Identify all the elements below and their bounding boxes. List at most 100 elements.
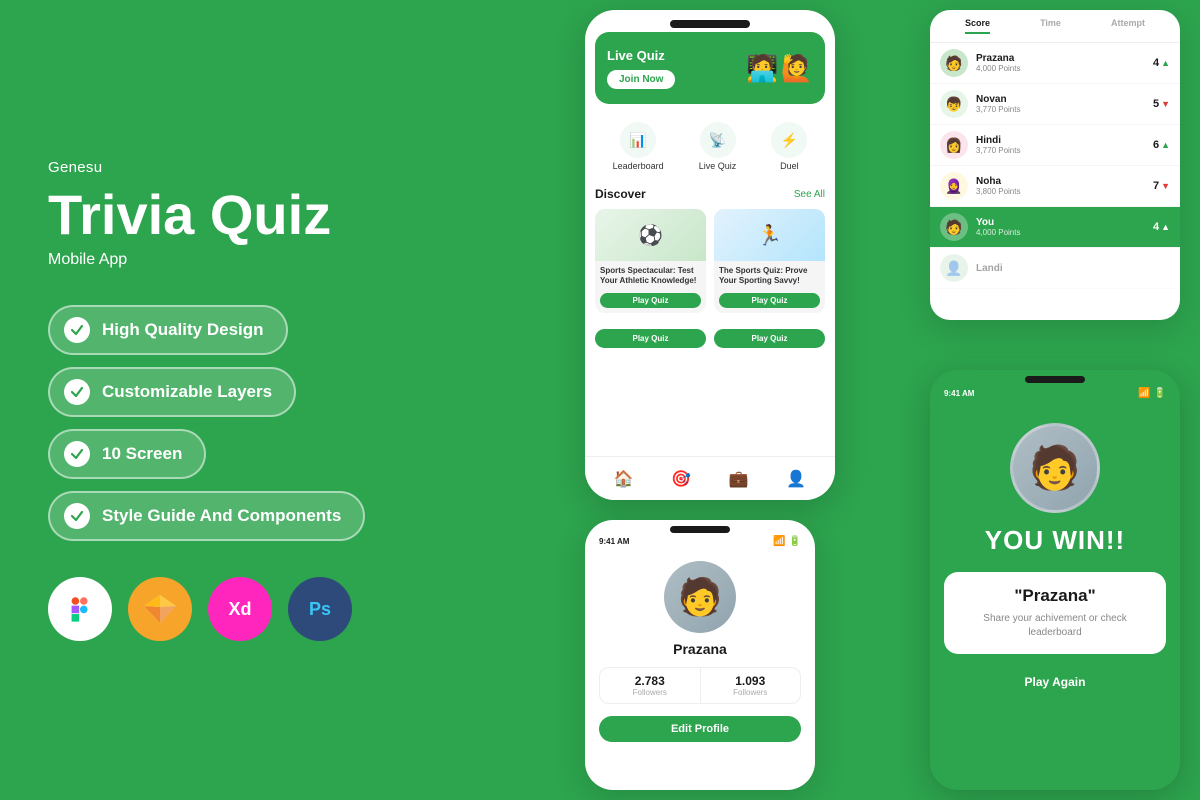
win-avatar: 🧑 (1010, 423, 1100, 513)
quiz-card-body-1: Sports Spectacular: Test Your Athletic K… (595, 261, 706, 313)
lb-points-you: 4,000 Points (976, 228, 1145, 237)
win-time: 9:41 AM (944, 389, 974, 398)
nav-duel[interactable]: ⚡ Duel (771, 122, 807, 171)
lb-rank-2: 5 ▼ (1153, 98, 1170, 110)
leaderboard-label: Leaderboard (613, 161, 664, 171)
lb-rank-3: 6 ▲ (1153, 139, 1170, 151)
phone-win: 9:41 AM 📶🔋 🧑 YOU WIN!! "Prazana" Share y… (930, 370, 1180, 790)
live-quiz-title: Live Quiz (607, 48, 675, 63)
lb-tab-score[interactable]: Score (965, 18, 990, 34)
feature-badge-screens: 10 Screen (48, 429, 206, 479)
lb-name-3: Hindi (976, 135, 1145, 146)
ps-icon: Ps (288, 577, 352, 641)
phone-notch-main (670, 20, 750, 28)
lb-info-partial: Landi (976, 263, 1170, 274)
win-notch (1025, 376, 1085, 383)
feature-label-high-quality: High Quality Design (102, 320, 264, 340)
check-icon-4 (64, 503, 90, 529)
play-again-button[interactable]: Play Again (944, 666, 1166, 698)
nav-live-quiz[interactable]: 📡 Live Quiz (699, 122, 737, 171)
see-all-link[interactable]: See All (794, 189, 825, 200)
stat-following: 1.093 Followers (701, 668, 801, 703)
subtitle: Mobile App (48, 251, 478, 269)
stats-row: 2.783 Followers 1.093 Followers (599, 667, 801, 704)
lb-rank-you: 4 ▲ (1153, 221, 1170, 233)
phone-main: Live Quiz Join Now 🧑‍💻🙋 📊 Leaderboard 📡 … (585, 10, 835, 500)
sketch-icon (128, 577, 192, 641)
lb-tab-attempt[interactable]: Attempt (1111, 18, 1145, 34)
quiz-cards-row: ⚽ Sports Spectacular: Test Your Athletic… (595, 209, 825, 313)
lb-avatar-4: 🧕 (940, 172, 968, 200)
profile-content: 🧑 Prazana 2.783 Followers 1.093 Follower… (585, 547, 815, 752)
screens-area: Live Quiz Join Now 🧑‍💻🙋 📊 Leaderboard 📡 … (565, 0, 1200, 800)
lb-rank-1: 4 ▲ (1153, 57, 1170, 69)
profile-nav-icon[interactable]: 👤 (786, 469, 806, 489)
live-quiz-illustration: 🧑‍💻🙋 (746, 53, 813, 84)
duel-label: Duel (780, 161, 799, 171)
check-icon-1 (64, 317, 90, 343)
discover-title: Discover (595, 187, 646, 201)
left-panel: Genesu Trivia Quiz Mobile App High Quali… (48, 0, 478, 800)
feature-label-customizable: Customizable Layers (102, 382, 272, 402)
lb-row-partial: 👤 Landi (930, 248, 1180, 289)
more-play-btn-1[interactable]: Play Quiz (595, 329, 706, 348)
win-description: Share your achivement or check leaderboa… (964, 612, 1146, 640)
lb-name-you: You (976, 217, 1145, 228)
followers-value: 2.783 (600, 674, 700, 688)
lb-avatar-1: 🧑 (940, 49, 968, 77)
home-nav-icon[interactable]: 🏠 (614, 469, 634, 489)
lb-row-you: 🧑 You 4,000 Points 4 ▲ (930, 207, 1180, 248)
lb-info-3: Hindi 3,770 Points (976, 135, 1145, 155)
nav-leaderboard[interactable]: 📊 Leaderboard (613, 122, 664, 171)
live-quiz-banner: Live Quiz Join Now 🧑‍💻🙋 (595, 32, 825, 104)
edit-profile-button[interactable]: Edit Profile (599, 716, 801, 742)
lb-row-1: 🧑 Prazana 4,000 Points 4 ▲ (930, 43, 1180, 84)
quiz-card-img-1: ⚽ (595, 209, 706, 261)
following-label: Followers (701, 688, 801, 697)
brand-name: Genesu (48, 159, 478, 176)
profile-time: 9:41 AM (599, 537, 629, 546)
profile-status-icons: 📶🔋 (773, 536, 801, 547)
lb-arrow-down-2: ▼ (1161, 99, 1170, 109)
lb-name-2: Novan (976, 94, 1145, 105)
bag-nav-icon[interactable]: 💼 (729, 469, 749, 489)
lb-avatar-you: 🧑 (940, 213, 968, 241)
lb-info-1: Prazana 4,000 Points (976, 53, 1145, 73)
live-quiz-left: Live Quiz Join Now (607, 48, 675, 89)
lb-points-2: 3,770 Points (976, 105, 1145, 114)
lb-info-2: Novan 3,770 Points (976, 94, 1145, 114)
lb-arrow-up-3: ▲ (1161, 140, 1170, 150)
stat-followers: 2.783 Followers (600, 668, 701, 703)
feature-label-style-guide: Style Guide And Components (102, 506, 341, 526)
lb-tab-time[interactable]: Time (1040, 18, 1061, 34)
quiz-nav-icon[interactable]: 🎯 (671, 469, 691, 489)
lb-row-4: 🧕 Noha 3,800 Points 7 ▼ (930, 166, 1180, 207)
tool-icons-row: Xd Ps (48, 577, 478, 641)
features-list: High Quality Design Customizable Layers … (48, 305, 478, 541)
feature-badge-high-quality: High Quality Design (48, 305, 288, 355)
feature-label-screens: 10 Screen (102, 444, 182, 464)
check-icon-2 (64, 379, 90, 405)
quiz-card-text-2: The Sports Quiz: Prove Your Sporting Sav… (719, 266, 820, 285)
live-quiz-icon: 📡 (700, 122, 736, 158)
lb-avatar-partial: 👤 (940, 254, 968, 282)
lb-arrow-up-1: ▲ (1161, 58, 1170, 68)
quiz-card-img-2: 🏃 (714, 209, 825, 261)
lb-info-4: Noha 3,800 Points (976, 176, 1145, 196)
quiz-card-text-1: Sports Spectacular: Test Your Athletic K… (600, 266, 701, 285)
quiz-card-1: ⚽ Sports Spectacular: Test Your Athletic… (595, 209, 706, 313)
phone-profile: 9:41 AM 📶🔋 🧑 Prazana 2.783 Followers 1.0… (585, 520, 815, 790)
more-quiz-row: Play Quiz Play Quiz (585, 323, 835, 354)
play-quiz-btn-2[interactable]: Play Quiz (719, 293, 820, 308)
lb-points-3: 3,770 Points (976, 146, 1145, 155)
play-quiz-btn-1[interactable]: Play Quiz (600, 293, 701, 308)
live-quiz-nav-label: Live Quiz (699, 161, 737, 171)
followers-label: Followers (600, 688, 700, 697)
leaderboard-tabs: Score Time Attempt (930, 10, 1180, 43)
more-play-btn-2[interactable]: Play Quiz (714, 329, 825, 348)
lb-row-2: 👦 Novan 3,770 Points 5 ▼ (930, 84, 1180, 125)
lb-avatar-3: 👩 (940, 131, 968, 159)
bottom-nav: 🏠 🎯 💼 👤 (585, 456, 835, 500)
join-now-button[interactable]: Join Now (607, 70, 675, 89)
lb-arrow-you: ▲ (1161, 222, 1170, 232)
